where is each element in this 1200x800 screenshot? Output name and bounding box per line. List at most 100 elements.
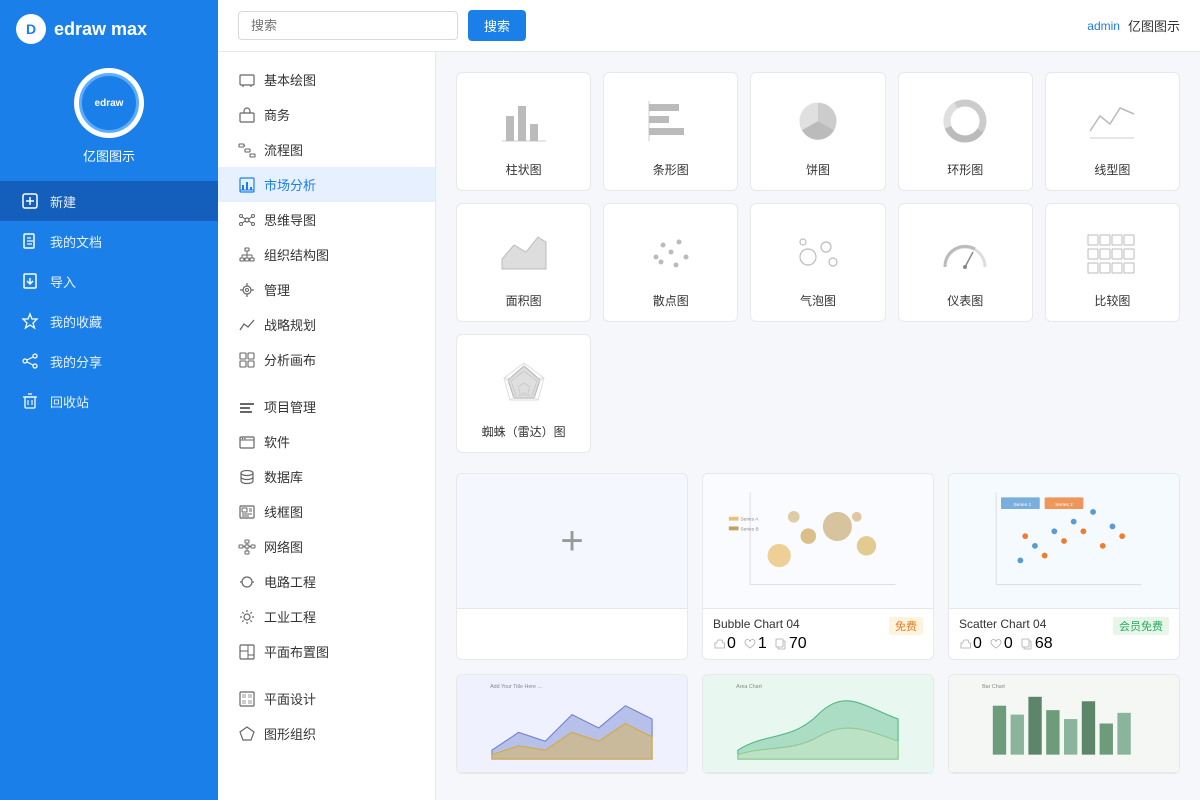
chart-card-bar[interactable]: 柱状图 [456,72,591,191]
add-icon: + [560,519,583,564]
thumb-up-icon [713,638,725,650]
template-card-bubble04[interactable]: Bubble Chart [702,473,934,660]
compare-chart-icon [1077,222,1147,282]
cat-label: 网络图 [264,537,303,556]
cat-org[interactable]: 组织结构图 [218,237,435,272]
flow-icon [238,141,256,159]
cat-market[interactable]: 市场分析 [218,167,435,202]
template-info: Bubble Chart 04 免费 0 1 [703,609,933,659]
template-badge: 免费 [889,617,923,635]
market-icon [238,176,256,194]
svg-text:Series B: Series B [740,526,758,532]
chart-card-scatter[interactable]: 散点图 [603,203,738,322]
cat-biz[interactable]: 商务 [218,97,435,132]
avatar-text: edraw [95,98,124,109]
cat-manage[interactable]: 管理 [218,272,435,307]
svg-text:Series 1: Series 1 [1013,502,1031,508]
software-icon [238,433,256,451]
sidebar-item-new[interactable]: 新建 [0,181,218,221]
cat-circuit[interactable]: 电路工程 [218,564,435,599]
chart-card-strip[interactable]: 条形图 [603,72,738,191]
templates-grid: + Bubble Chart [456,473,1180,774]
cat-label: 软件 [264,432,290,451]
cat-strategy[interactable]: 战略规划 [218,307,435,342]
sidebar-logo: D edraw max [0,0,218,58]
search-input[interactable] [238,11,458,40]
biz-icon [238,106,256,124]
pie-chart-icon [783,91,853,151]
chart-card-radar[interactable]: 蜘蛛（雷达）图 [456,334,591,453]
radar-chart-icon [489,353,559,413]
chart-card-compare[interactable]: 比较图 [1045,203,1180,322]
chart-card-area[interactable]: 面积图 [456,203,591,322]
username: 亿图图示 [83,146,135,165]
star-icon [20,311,40,331]
likes-count: 0 [727,635,736,653]
copies-count: 70 [789,635,807,653]
basic-icon [238,71,256,89]
cat-flat[interactable]: 平面设计 [218,681,435,716]
cat-analysis[interactable]: 分析画布 [218,342,435,377]
chart-label: 饼图 [806,161,830,178]
chart-label: 气泡图 [800,292,836,309]
cat-label: 思维导图 [264,210,316,229]
cat-industrial[interactable]: 工业工程 [218,599,435,634]
cat-label: 分析画布 [264,350,316,369]
template-card-new[interactable]: + [456,473,688,660]
new-icon [20,191,40,211]
template-badge: 会员免费 [1113,617,1169,635]
sidebar-item-favorites[interactable]: 我的收藏 [0,301,218,341]
chart-label: 面积图 [506,292,542,309]
cat-wireframe[interactable]: 线框图 [218,494,435,529]
line-chart-icon [1077,91,1147,151]
cat-software[interactable]: 软件 [218,424,435,459]
cat-label: 线框图 [264,502,303,521]
sidebar-item-share[interactable]: 我的分享 [0,341,218,381]
cat-label: 电路工程 [264,572,316,591]
template-card-area01[interactable]: Add Your Title Here ... [456,674,688,774]
strip-chart-icon [636,91,706,151]
cat-flow[interactable]: 流程图 [218,132,435,167]
graphic-icon [238,725,256,743]
chart-card-line[interactable]: 线型图 [1045,72,1180,191]
sidebar-item-import[interactable]: 导入 [0,261,218,301]
area02-preview: Area Chart [703,675,933,773]
template-card-area02[interactable]: Area Chart [702,674,934,774]
area-chart-icon [489,222,559,282]
sidebar-item-docs[interactable]: 我的文档 [0,221,218,261]
search-button[interactable]: 搜索 [468,10,526,41]
cat-label: 基本绘图 [264,70,316,89]
chart-label: 蜘蛛（雷达）图 [482,423,566,440]
cat-label: 项目管理 [264,397,316,416]
cat-project[interactable]: 项目管理 [218,389,435,424]
cat-label: 市场分析 [264,175,316,194]
cat-mind[interactable]: 思维导图 [218,202,435,237]
bubble-chart-icon [783,222,853,282]
cat-floor[interactable]: 平面布置图 [218,634,435,669]
template-card-bar01[interactable]: Bar Chart [948,674,1180,774]
cat-graphic[interactable]: 图形组织 [218,716,435,751]
avatar-area: edraw 亿图图示 [0,58,218,181]
template-card-scatter04[interactable]: Scatter Chart [948,473,1180,660]
cat-label: 数据库 [264,467,303,486]
scatter-chart-icon [636,222,706,282]
chart-card-ring[interactable]: 环形图 [898,72,1033,191]
chart-label: 柱状图 [506,161,542,178]
chart-card-pie[interactable]: 饼图 [750,72,885,191]
chart-card-gauge[interactable]: 仪表图 [898,203,1033,322]
cat-network[interactable]: 网络图 [218,529,435,564]
org-icon [238,246,256,264]
cat-basic[interactable]: 基本绘图 [218,62,435,97]
main-area: 搜索 admin 亿图图示 基本绘图 [218,0,1200,800]
cat-label: 战略规划 [264,315,316,334]
cat-database[interactable]: 数据库 [218,459,435,494]
copy-icon [775,638,787,650]
hearts-count: 0 [1004,635,1013,653]
template-title: Scatter Chart 04 [959,617,1046,631]
cat-label: 平面布置图 [264,642,329,661]
stat-likes: 0 [959,635,982,653]
cat-divider-2 [218,669,435,681]
chart-label: 环形图 [947,161,983,178]
sidebar-item-trash[interactable]: 回收站 [0,381,218,421]
chart-card-bubble[interactable]: 气泡图 [750,203,885,322]
